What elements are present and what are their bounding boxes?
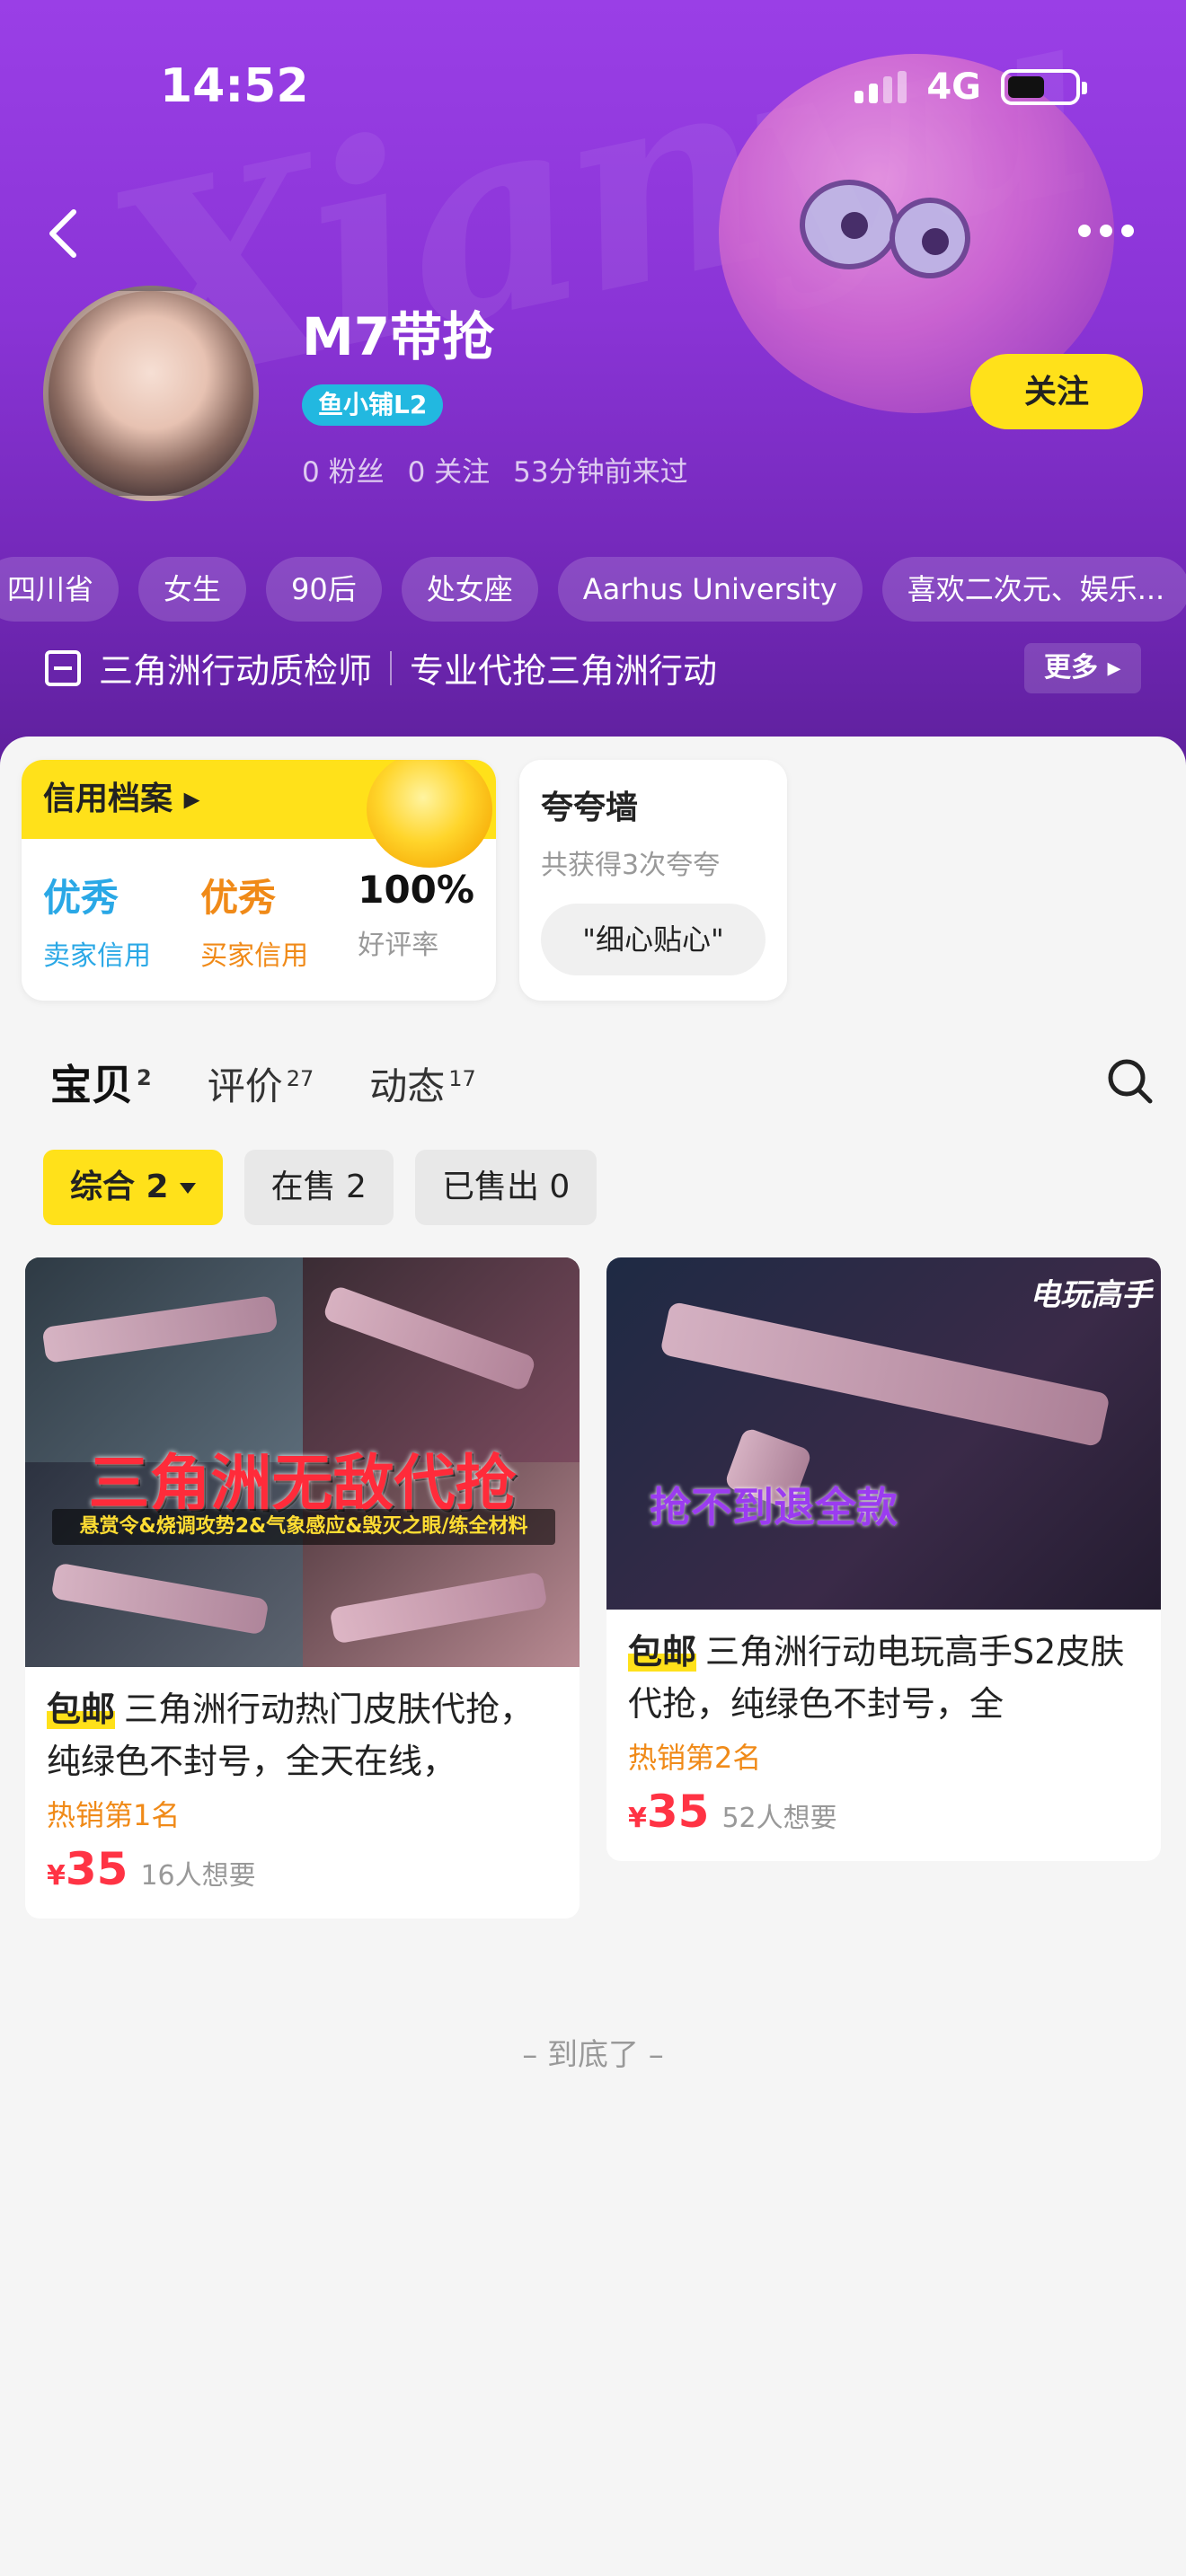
shop-info[interactable]: 三角洲行动质检师 专业代抢三角洲行动: [45, 643, 717, 693]
more-button[interactable]: 更多 ▸: [1024, 643, 1141, 693]
battery-icon: [1001, 69, 1087, 105]
status-icons: 4G: [854, 66, 1087, 108]
credit-file-card[interactable]: 信用档案 ▸ 优秀 卖家信用 优秀 买家信用 100% 好评率: [22, 760, 496, 1001]
sales-rank: 热销第1名: [47, 1798, 181, 1832]
more-options-icon[interactable]: [1078, 225, 1134, 237]
praise-wall-title: 夸夸墙: [541, 790, 639, 826]
sales-rank: 热销第2名: [628, 1741, 762, 1775]
content-tabs: 宝贝 2 评价 27 动态 17: [50, 1053, 476, 1116]
shop-description: 专业代抢三角洲行动: [410, 651, 718, 691]
filter-bar: 综合 2 在售 2 已售出 0: [43, 1150, 597, 1225]
tag-chip[interactable]: 90后: [266, 557, 382, 622]
profile-header: Xianyu 14:52 4G M7带抢 鱼小铺L2 0 粉丝 0 关注 53分…: [0, 0, 1186, 790]
product-image[interactable]: 电玩高手 抢不到退全款: [606, 1257, 1161, 1610]
tab-items[interactable]: 宝贝 2: [50, 1053, 152, 1116]
tag-chip[interactable]: 四川省: [0, 557, 119, 622]
divider: [390, 650, 393, 685]
end-of-list-note: – 到底了 –: [522, 2037, 664, 2073]
tag-chip[interactable]: 女生: [138, 557, 247, 622]
tag-chip[interactable]: 处女座: [401, 557, 538, 622]
image-headline: 抢不到退全款: [650, 1483, 898, 1531]
tab-updates[interactable]: 动态 17: [369, 1056, 476, 1111]
followers-count[interactable]: 0 粉丝: [302, 449, 385, 490]
tag-chip[interactable]: 喜欢二次元、娱乐...: [881, 557, 1186, 622]
chevron-down-icon: [179, 1183, 196, 1194]
signal-icon: [854, 71, 907, 103]
free-shipping-label: 包邮: [47, 1689, 116, 1729]
status-time: 14:52: [160, 59, 309, 113]
filter-sold[interactable]: 已售出 0: [414, 1150, 597, 1225]
filter-all[interactable]: 综合 2: [43, 1150, 223, 1225]
free-shipping-label: 包邮: [628, 1632, 697, 1672]
back-icon[interactable]: [45, 207, 99, 269]
wants-count: 52人想要: [721, 1803, 837, 1834]
tag-chip[interactable]: Aarhus University: [557, 557, 863, 622]
follow-button[interactable]: 关注: [970, 354, 1143, 429]
user-stats: 0 粉丝 0 关注 53分钟前来过: [302, 449, 688, 490]
username: M7带抢: [302, 306, 495, 367]
profile-tags: 四川省 女生 90后 处女座 Aarhus University 喜欢二次元、娱…: [0, 557, 1186, 622]
profile-content: 信用档案 ▸ 优秀 卖家信用 优秀 买家信用 100% 好评率 夸夸墙 共获得3…: [0, 737, 1186, 2576]
product-title: 包邮 三角洲行动热门皮肤代抢，纯绿色不封号，全天在线，: [47, 1689, 535, 1781]
product-card[interactable]: 三角洲无敌代抢 悬赏令&烧调攻势2&气象感应&毁灭之眼/练全材料 包邮 三角洲行动…: [25, 1257, 580, 1919]
product-card[interactable]: 电玩高手 抢不到退全款 包邮 三角洲行动电玩高手S2皮肤代抢，纯绿色不封号，全 热…: [606, 1257, 1161, 1861]
shop-name: 三角洲行动质检师: [99, 651, 373, 691]
praise-wall-card[interactable]: 夸夸墙 共获得3次夸夸 "细心贴心": [519, 760, 787, 1001]
shop-level-badge[interactable]: 鱼小铺L2: [302, 384, 444, 426]
buyer-credit: 优秀 买家信用: [200, 876, 309, 972]
praise-chip[interactable]: "细心贴心": [541, 904, 766, 975]
image-brand: 电玩高手: [1030, 1277, 1152, 1313]
product-grid: 三角洲无敌代抢 悬赏令&烧调攻势2&气象感应&毁灭之眼/练全材料 包邮 三角洲行动…: [25, 1257, 1161, 1919]
product-image[interactable]: 三角洲无敌代抢 悬赏令&烧调攻势2&气象感应&毁灭之眼/练全材料: [25, 1257, 580, 1667]
product-price: ¥35 52人想要: [628, 1786, 837, 1838]
image-subline: 悬赏令&烧调攻势2&气象感应&毁灭之眼/练全材料: [52, 1509, 555, 1545]
positive-rate: 100% 好评率: [358, 868, 474, 961]
praise-count: 共获得3次夸夸: [541, 850, 721, 881]
filter-on-sale[interactable]: 在售 2: [243, 1150, 394, 1225]
following-count[interactable]: 0 关注: [408, 449, 491, 490]
tab-reviews[interactable]: 评价 27: [208, 1056, 314, 1111]
product-price: ¥35 16人想要: [47, 1843, 256, 1895]
shop-icon: [45, 649, 81, 686]
seller-credit: 优秀 卖家信用: [43, 876, 151, 972]
avatar[interactable]: [43, 286, 259, 501]
network-label: 4G: [926, 66, 981, 108]
search-icon[interactable]: [1105, 1056, 1155, 1107]
product-title: 包邮 三角洲行动电玩高手S2皮肤代抢，纯绿色不封号，全: [628, 1632, 1125, 1724]
last-seen: 53分钟前来过: [513, 456, 688, 489]
wants-count: 16人想要: [140, 1860, 256, 1892]
